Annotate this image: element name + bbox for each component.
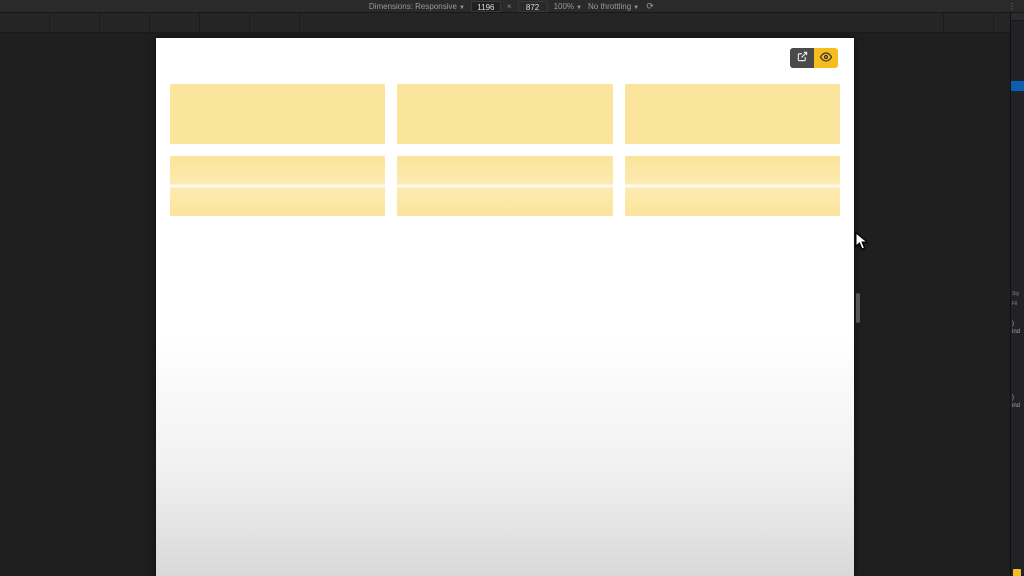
- page-action-button-group: [790, 48, 838, 68]
- css-brace: }: [1011, 321, 1024, 327]
- dimensions-separator: ×: [507, 2, 512, 11]
- dimensions-label: Dimensions: Responsive▼: [369, 2, 465, 11]
- resize-handle-right[interactable]: [856, 293, 860, 323]
- viewport-height-input[interactable]: 872: [518, 1, 548, 12]
- responsive-viewport-canvas: [0, 33, 1010, 576]
- selected-dom-node[interactable]: [1011, 81, 1024, 91]
- toolbar-more-icon[interactable]: ⋮: [1008, 2, 1016, 11]
- grid-card[interactable]: [170, 156, 385, 216]
- rotate-icon[interactable]: ⟳: [645, 1, 655, 11]
- css-ref: ind: [1011, 329, 1024, 335]
- css-brace: }: [1011, 395, 1024, 401]
- devtools-elements-tab[interactable]: [1011, 13, 1024, 21]
- viewport-width-input[interactable]: 1196: [471, 1, 501, 12]
- grid-card[interactable]: [397, 156, 612, 216]
- devtools-right-panel: Sty Fil } ind } ind: [1010, 13, 1024, 576]
- card-grid: [170, 84, 840, 216]
- eye-icon: [820, 51, 832, 66]
- zoom-dropdown[interactable]: 100%▼: [554, 2, 582, 11]
- styles-filter-label[interactable]: Fil: [1011, 301, 1024, 307]
- page-preview-frame: [156, 38, 854, 576]
- open-external-button[interactable]: [790, 48, 814, 68]
- styles-pane-label: Sty: [1011, 291, 1024, 297]
- css-ref: ind: [1011, 403, 1024, 409]
- preview-button[interactable]: [814, 48, 838, 68]
- color-swatch-icon[interactable]: [1013, 569, 1021, 576]
- grid-card[interactable]: [397, 84, 612, 144]
- devtools-responsive-toolbar: Dimensions: Responsive▼ 1196 × 872 100%▼…: [0, 0, 1024, 13]
- external-link-icon: [797, 51, 808, 65]
- grid-card[interactable]: [170, 84, 385, 144]
- dimensions-mode-dropdown[interactable]: Responsive▼: [415, 2, 465, 11]
- grid-card[interactable]: [625, 84, 840, 144]
- grid-card[interactable]: [625, 156, 840, 216]
- throttling-dropdown[interactable]: No throttling▼: [588, 2, 639, 11]
- devtools-ruler-bar: [0, 13, 1024, 33]
